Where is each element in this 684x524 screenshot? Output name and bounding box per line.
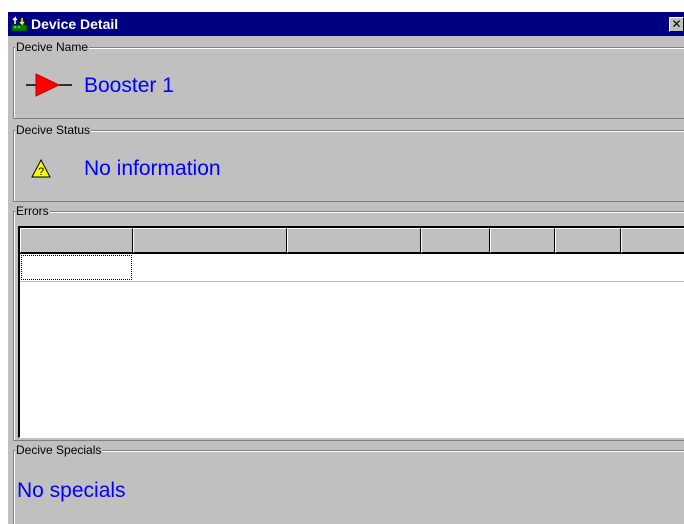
device-status-value: No information <box>84 157 221 180</box>
column-header[interactable] <box>20 228 133 253</box>
window-title: Device Detail <box>31 16 119 32</box>
device-app-icon <box>11 16 28 32</box>
errors-table-header <box>20 228 684 253</box>
warning-icon: ? <box>31 159 51 178</box>
errors-group: Errors <box>13 204 684 441</box>
device-name-group-label: Decive Name <box>15 40 90 54</box>
device-detail-window: Device Detail ✕ Decive Name Booster 1 De… <box>8 12 684 524</box>
svg-text:?: ? <box>38 166 44 178</box>
close-icon: ✕ <box>671 17 682 31</box>
close-button[interactable]: ✕ <box>669 17 684 32</box>
errors-group-label: Errors <box>15 204 50 218</box>
column-header[interactable] <box>621 228 684 253</box>
errors-table[interactable] <box>18 226 684 438</box>
device-specials-group-label: Decive Specials <box>15 443 103 457</box>
table-cell[interactable] <box>555 255 621 280</box>
device-status-group: Decive Status ? No information <box>13 123 684 202</box>
title-bar[interactable]: Device Detail ✕ <box>8 12 684 36</box>
column-header[interactable] <box>133 228 287 253</box>
table-cell[interactable] <box>421 255 490 280</box>
table-cell[interactable] <box>621 255 684 280</box>
red-arrow-icon <box>26 73 72 97</box>
device-status-group-label: Decive Status <box>15 123 92 137</box>
column-header[interactable] <box>555 228 621 253</box>
column-header[interactable] <box>490 228 555 253</box>
device-name-group: Decive Name Booster 1 <box>13 40 684 119</box>
column-header[interactable] <box>421 228 490 253</box>
table-cell[interactable] <box>133 255 287 280</box>
device-name-value: Booster 1 <box>84 74 174 97</box>
device-specials-value: No specials <box>17 479 126 502</box>
column-header[interactable] <box>287 228 421 253</box>
device-specials-group: Decive Specials No specials <box>13 443 684 524</box>
table-cell[interactable] <box>490 255 555 280</box>
table-cell[interactable] <box>287 255 421 280</box>
table-row[interactable] <box>20 254 684 282</box>
table-cell-focused[interactable] <box>21 255 132 280</box>
